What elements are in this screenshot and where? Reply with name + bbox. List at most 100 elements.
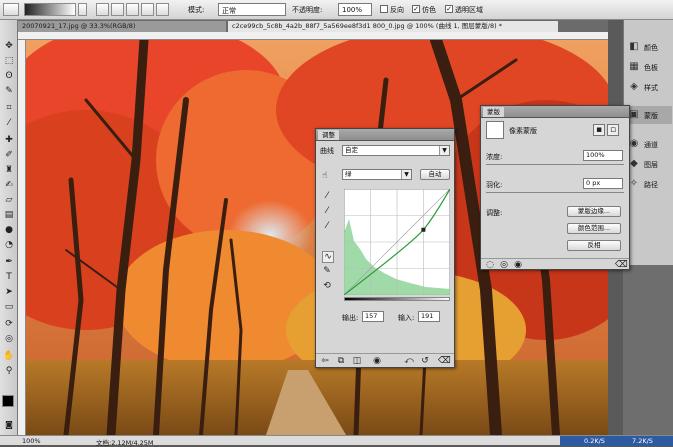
transparency-checkbox[interactable]: ✓ [445, 5, 453, 13]
reflected-gradient-button[interactable] [141, 3, 154, 16]
gradient-tool-icon[interactable]: ▤ [2, 209, 16, 222]
zoom-tool-icon[interactable]: ⚲ [2, 365, 16, 378]
smooth-curve-icon[interactable]: ⟲ [322, 281, 332, 291]
mask-thumbnail[interactable] [486, 121, 504, 139]
tool-preset-button[interactable] [3, 3, 19, 16]
feather-label: 羽化: [486, 181, 503, 189]
dock-item-swatches[interactable]: ▦ 色板 [626, 58, 672, 76]
feather-input[interactable]: 0 px [583, 178, 623, 189]
delete-mask-icon[interactable]: ⌫ [615, 260, 628, 270]
gradient-picker[interactable] [24, 3, 76, 16]
brush-tool-icon[interactable]: ✐ [2, 149, 16, 162]
output-input[interactable]: 157 [362, 311, 384, 322]
zoom-level[interactable]: 100% [22, 437, 41, 445]
path-select-tool-icon[interactable]: ➤ [2, 286, 16, 299]
dodge-tool-icon[interactable]: ◔ [2, 239, 16, 252]
blur-tool-icon[interactable]: ● [2, 224, 16, 237]
black-point-eyedropper-icon[interactable]: ⁄ [322, 191, 332, 201]
reverse-checkbox[interactable] [380, 5, 388, 13]
eraser-tool-icon[interactable]: ▱ [2, 194, 16, 207]
curve-pencil-tool-icon[interactable]: ✎ [322, 266, 332, 276]
3d-orbit-tool-icon[interactable]: ◎ [2, 333, 16, 346]
dock-item-paths[interactable]: ✧ 路径 [626, 175, 672, 193]
reverse-label: 反向 [390, 6, 404, 14]
healing-brush-tool-icon[interactable]: ✚ [2, 134, 16, 147]
feather-slider[interactable] [486, 192, 624, 193]
dock-item-color[interactable]: ◧ 颜色 [626, 38, 672, 56]
density-input[interactable]: 100% [583, 150, 623, 161]
clone-stamp-tool-icon[interactable]: ♜ [2, 164, 16, 177]
toolbox: ✥ ⬚ ʘ ✎ ⌗ ⁄ ✚ ✐ ♜ ✍ ▱ ▤ ● ◔ ✒ T ➤ ▭ ⟳ ◎ … [0, 20, 18, 436]
document-tab-2[interactable]: c2ce99cb_5c8b_4a2b_88f7_5a569ee8f3d1 800… [228, 21, 558, 32]
refine-label: 调整: [486, 209, 503, 217]
color-icon: ◧ [629, 41, 639, 52]
angle-gradient-button[interactable] [126, 3, 139, 16]
gradient-dropdown-chevron-icon[interactable] [78, 3, 87, 16]
masks-panel-tab[interactable]: 蒙版 [483, 107, 504, 117]
gray-point-eyedropper-icon[interactable]: ⁄ [322, 206, 332, 216]
dock-item-channels[interactable]: ◉ 通道 [626, 135, 672, 153]
load-selection-icon[interactable]: ◌ [485, 260, 495, 270]
clip-layer-icon[interactable]: ◫ [352, 356, 362, 366]
lasso-tool-icon[interactable]: ʘ [2, 70, 16, 83]
history-brush-tool-icon[interactable]: ✍ [2, 179, 16, 192]
curve-preset-select[interactable]: 自定 ▼ [342, 145, 450, 156]
mode-select[interactable]: 正常 [218, 3, 286, 16]
dither-checkbox[interactable]: ✓ [412, 5, 420, 13]
vector-mask-icon[interactable]: ▫ [607, 124, 619, 136]
adjustments-panel-tab[interactable]: 调整 [318, 130, 339, 140]
input-input[interactable]: 191 [418, 311, 440, 322]
mask-visibility-icon[interactable]: ◉ [513, 260, 523, 270]
3d-rotate-tool-icon[interactable]: ⟳ [2, 318, 16, 331]
dock-empty-area [623, 265, 673, 435]
dock-item-styles[interactable]: ◈ 样式 [626, 78, 672, 96]
opacity-input[interactable]: 100% [338, 3, 372, 16]
pixel-mask-icon[interactable]: ▪ [593, 124, 605, 136]
marquee-tool-icon[interactable]: ⬚ [2, 55, 16, 68]
adjustments-panel: 调整 曲线 自定 ▼ ☝ 绿 ▼ 自动 ⁄ ⁄ ⁄ ∿ ✎ ⟲ 输出: 157 输入… [315, 128, 455, 368]
density-slider[interactable] [486, 164, 624, 165]
channel-select[interactable]: 绿 ▼ [342, 169, 412, 180]
color-range-button[interactable]: 颜色范围... [567, 223, 621, 234]
chevron-down-icon: ▼ [401, 170, 411, 179]
dock-item-layers[interactable]: ◆ 图层 [626, 155, 672, 173]
visibility-eye-icon[interactable]: ◉ [372, 356, 382, 366]
target-adjust-hand-icon[interactable]: ☝ [320, 171, 330, 181]
foreground-color-swatch[interactable] [2, 395, 14, 407]
document-info[interactable]: 文档:2.12M/4.25M [96, 437, 154, 447]
pen-tool-icon[interactable]: ✒ [2, 256, 16, 269]
invert-button[interactable]: 反相 [567, 240, 621, 251]
diamond-gradient-button[interactable] [156, 3, 169, 16]
mode-label: 模式: [188, 6, 205, 14]
auto-button[interactable]: 自动 [420, 169, 450, 180]
linear-gradient-button[interactable] [96, 3, 109, 16]
eyedropper-tool-icon[interactable]: ⁄ [2, 117, 16, 130]
radial-gradient-button[interactable] [111, 3, 124, 16]
apply-mask-icon[interactable]: ◎ [499, 260, 509, 270]
type-tool-icon[interactable]: T [2, 271, 16, 284]
shape-tool-icon[interactable]: ▭ [2, 301, 16, 314]
transparency-label: 透明区域 [455, 6, 483, 14]
crop-tool-icon[interactable]: ⌗ [2, 102, 16, 115]
move-tool-icon[interactable]: ✥ [2, 40, 16, 53]
white-point-eyedropper-icon[interactable]: ⁄ [322, 221, 332, 231]
delete-icon[interactable]: ⌫ [438, 356, 451, 366]
upload-speed: 0.2K/S [584, 437, 605, 445]
pixel-mask-label: 像素蒙版 [509, 127, 537, 135]
previous-state-icon[interactable]: ⤺ [404, 356, 414, 366]
curve-point-tool-icon[interactable]: ∿ [322, 251, 334, 263]
expand-view-icon[interactable]: ⧉ [336, 356, 346, 366]
reset-icon[interactable]: ↺ [420, 356, 430, 366]
mask-edge-button[interactable]: 蒙版边缘... [567, 206, 621, 217]
quick-select-tool-icon[interactable]: ✎ [2, 85, 16, 98]
density-label: 浓度: [486, 153, 503, 161]
curves-graph[interactable] [344, 189, 450, 295]
dither-label: 仿色 [422, 6, 436, 14]
quick-mask-icon[interactable]: ◙ [2, 418, 16, 431]
document-tab-1[interactable]: 20070921_17.jpg @ 33.3%(RGB/8) [18, 21, 226, 32]
back-icon[interactable]: ⇦ [320, 356, 330, 366]
dock-item-masks[interactable]: ▣ 蒙版 [626, 106, 672, 124]
chevron-down-icon: ▼ [439, 146, 449, 155]
curve-control-point[interactable] [421, 227, 426, 232]
hand-tool-icon[interactable]: ✋ [2, 350, 16, 363]
